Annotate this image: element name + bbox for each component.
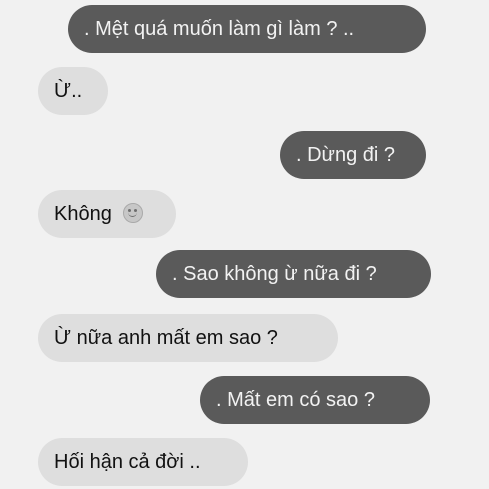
message-text: . Dừng đi ? <box>296 144 395 166</box>
message-received[interactable]: Không <box>38 190 176 238</box>
message-sent[interactable]: . Sao không ừ nữa đi ? <box>156 250 431 298</box>
message-text: Hối hận cả đời .. <box>54 451 201 473</box>
chat-thread: . Mệt quá muốn làm gì làm ? .. Ừ.. . Dừn… <box>0 0 489 489</box>
message-text: . Mất em có sao ? <box>216 389 375 411</box>
message-received[interactable]: Hối hận cả đời .. <box>38 438 248 486</box>
message-text: Ừ nữa anh mất em sao ? <box>54 327 278 349</box>
message-sent[interactable]: . Dừng đi ? <box>280 131 426 179</box>
message-text: . Sao không ừ nữa đi ? <box>172 263 377 285</box>
message-sent[interactable]: . Mất em có sao ? <box>200 376 430 424</box>
message-text: Không <box>54 203 112 225</box>
message-received[interactable]: Ừ nữa anh mất em sao ? <box>38 314 338 362</box>
message-text: Ừ.. <box>54 80 83 102</box>
message-sent[interactable]: . Mệt quá muốn làm gì làm ? .. <box>68 5 426 53</box>
smiley-emoji-icon <box>123 202 144 223</box>
message-text: . Mệt quá muốn làm gì làm ? .. <box>84 18 355 40</box>
message-received[interactable]: Ừ.. <box>38 67 108 115</box>
